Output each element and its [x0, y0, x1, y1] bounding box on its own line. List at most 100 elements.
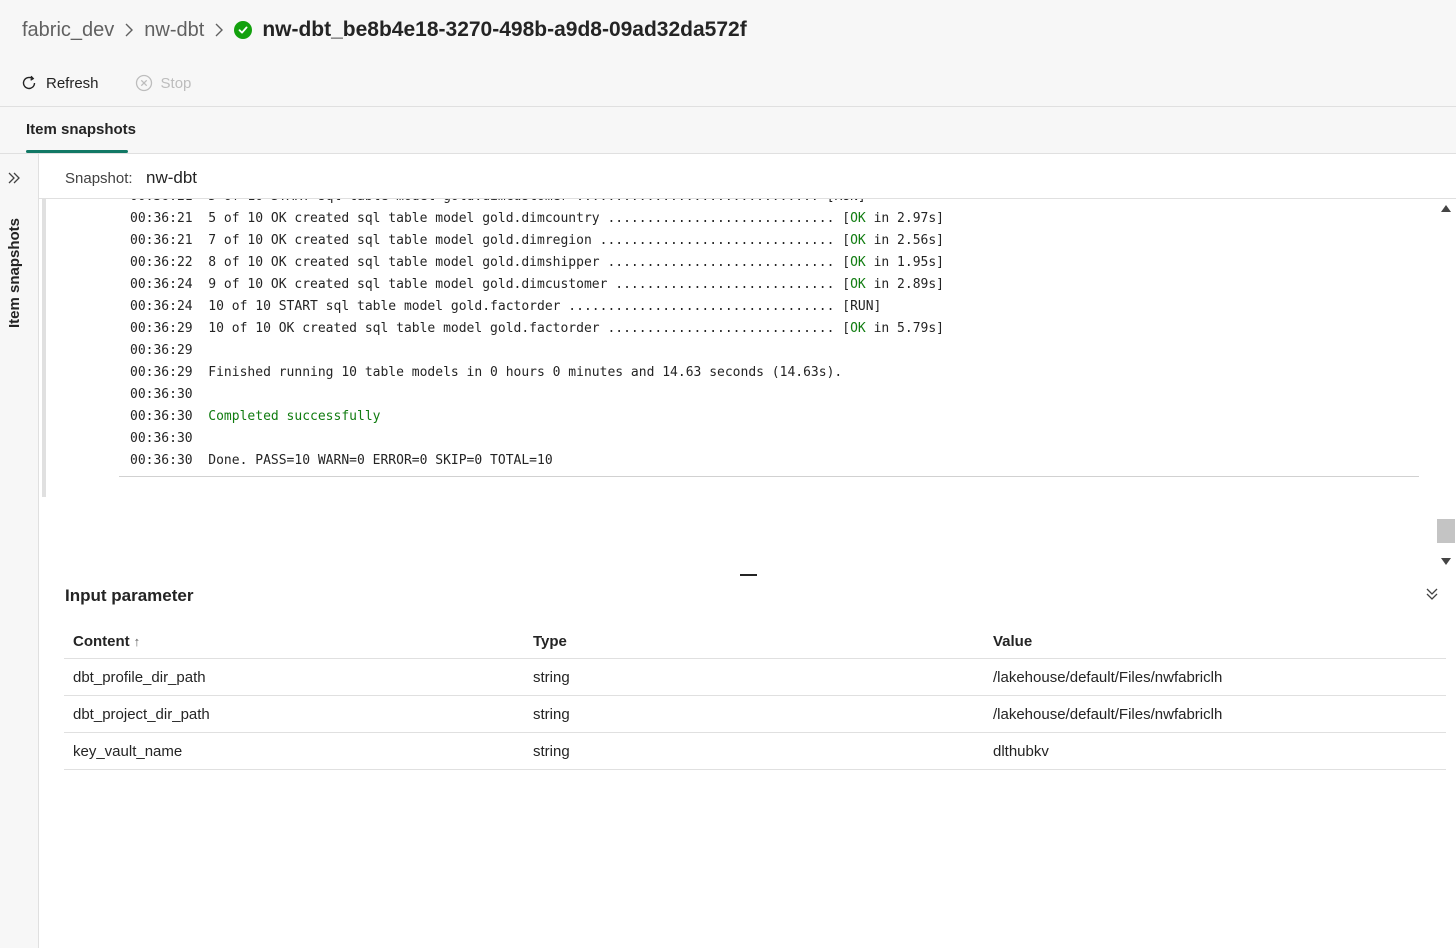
refresh-label: Refresh	[46, 74, 99, 92]
double-chevron-right-icon[interactable]	[6, 170, 22, 186]
log-line: 00:36:24 10 of 10 START sql table model …	[130, 296, 944, 318]
double-chevron-down-icon[interactable]	[1424, 586, 1440, 602]
log-duration: in 5.79s]	[873, 321, 945, 336]
param-value: dlthubkv	[984, 732, 1446, 770]
scrollbar-thumb[interactable]	[1437, 519, 1455, 543]
table-header-row: Content ↑ Type Value	[64, 624, 1446, 659]
log-duration: in 2.97s]	[873, 211, 945, 226]
log-status-ok: OK	[850, 233, 866, 248]
chevron-right-icon	[124, 23, 134, 37]
log-duration: in 2.56s]	[873, 233, 945, 248]
snapshot-value[interactable]: nw-dbt	[146, 168, 197, 188]
log-timestamp: 00:36:30	[130, 409, 193, 424]
snapshot-selector: Snapshot: nw-dbt	[39, 154, 1456, 199]
param-type: string	[524, 732, 984, 770]
sort-ascending-icon: ↑	[133, 633, 141, 649]
tab-selected-indicator	[26, 150, 128, 153]
breadcrumb-workspace[interactable]: fabric_dev	[22, 19, 114, 42]
log-message: Done. PASS=10 WARN=0 ERROR=0 SKIP=0 TOTA…	[208, 453, 553, 468]
log-lines: 00:36:21 5 of 10 START sql table model g…	[130, 199, 944, 472]
log-line: 00:36:29 Finished running 10 table model…	[130, 362, 944, 384]
log-timestamp: 00:36:29	[130, 343, 193, 358]
breadcrumb: fabric_dev nw-dbt nw-dbt_be8b4e18-3270-4…	[22, 14, 747, 46]
stop-button[interactable]: Stop	[135, 74, 192, 92]
log-message: 10 of 10 START sql table model gold.fact…	[208, 299, 882, 314]
breadcrumb-item[interactable]: nw-dbt	[144, 19, 204, 42]
header: fabric_dev nw-dbt nw-dbt_be8b4e18-3270-4…	[0, 0, 1456, 107]
log-message: Finished running 10 table models in 0 ho…	[208, 365, 843, 380]
param-content: dbt_project_dir_path	[64, 695, 524, 733]
toolbar: Refresh Stop	[20, 70, 227, 96]
log-message: 8 of 10 OK created sql table model gold.…	[208, 255, 843, 270]
param-value: /lakehouse/default/Files/nwfabriclh	[984, 695, 1446, 733]
log-line: 00:36:30 Completed successfully	[130, 406, 944, 428]
stop-icon	[135, 74, 153, 92]
side-rail: Item snapshots	[0, 154, 39, 948]
tab-item-snapshots[interactable]: Item snapshots	[26, 121, 136, 138]
refresh-icon	[20, 74, 38, 92]
input-parameter-title: Input parameter	[65, 586, 194, 605]
log-line: 00:36:24 9 of 10 OK created sql table mo…	[130, 277, 945, 292]
column-header-content[interactable]: Content ↑	[64, 624, 524, 659]
log-line: 00:36:30	[130, 428, 944, 450]
log-border	[42, 199, 46, 497]
refresh-button[interactable]: Refresh	[20, 74, 99, 92]
column-header-type[interactable]: Type	[524, 624, 984, 659]
log-line: 00:36:30 Done. PASS=10 WARN=0 ERROR=0 SK…	[130, 450, 944, 472]
log-status-ok: OK	[850, 255, 866, 270]
divider	[119, 476, 1419, 477]
run-title: nw-dbt_be8b4e18-3270-498b-a9d8-09ad32da5…	[262, 18, 747, 41]
log-timestamp: 00:36:21	[130, 211, 193, 226]
log-timestamp: 00:36:29	[130, 321, 193, 336]
log-message: 10 of 10 OK created sql table model gold…	[208, 321, 843, 336]
log-timestamp: 00:36:21	[130, 199, 193, 204]
log-status-ok: OK	[850, 321, 866, 336]
log-line: 00:36:29	[130, 340, 944, 362]
scroll-up-arrow-icon[interactable]	[1441, 205, 1451, 212]
log-line: 00:36:21 5 of 10 START sql table model g…	[130, 199, 944, 208]
table-row[interactable]: dbt_project_dir_path string /lakehouse/d…	[64, 695, 1446, 733]
log-duration: in 1.95s]	[873, 255, 945, 270]
log-line: 00:36:21 5 of 10 OK created sql table mo…	[130, 211, 945, 226]
log-status-ok: OK	[850, 277, 866, 292]
column-header-value[interactable]: Value	[984, 624, 1446, 659]
success-check-icon	[234, 21, 253, 39]
log-status-ok: OK	[850, 211, 866, 226]
stop-label: Stop	[160, 74, 192, 92]
log-line: 00:36:22 8 of 10 OK created sql table mo…	[130, 255, 945, 270]
scroll-down-arrow-icon[interactable]	[1441, 558, 1451, 565]
log-message: 5 of 10 OK created sql table model gold.…	[208, 211, 843, 226]
log-timestamp: 00:36:24	[130, 299, 193, 314]
snapshot-label: Snapshot:	[65, 170, 133, 187]
tab-bar: Item snapshots	[0, 107, 1456, 154]
log-timestamp: 00:36:30	[130, 453, 193, 468]
log-duration: in 2.89s]	[873, 277, 945, 292]
table-row[interactable]: key_vault_name string dlthubkv	[64, 732, 1446, 770]
log-output[interactable]: 00:36:21 5 of 10 START sql table model g…	[39, 199, 1436, 571]
log-timestamp: 00:36:22	[130, 255, 193, 270]
log-timestamp: 00:36:24	[130, 277, 193, 292]
column-header-label: Content	[73, 632, 130, 650]
param-value: /lakehouse/default/Files/nwfabriclh	[984, 658, 1446, 696]
log-timestamp: 00:36:29	[130, 365, 193, 380]
pane-resize-handle[interactable]	[740, 574, 757, 576]
param-content: dbt_profile_dir_path	[64, 658, 524, 696]
log-timestamp: 00:36:21	[130, 233, 193, 248]
log-line: 00:36:29 10 of 10 OK created sql table m…	[130, 321, 945, 336]
param-content: key_vault_name	[64, 732, 524, 770]
log-timestamp: 00:36:30	[130, 387, 193, 402]
input-parameter-table: Content ↑ Type Value dbt_profile_dir_path…	[64, 624, 1446, 770]
chevron-right-icon	[214, 23, 224, 37]
param-type: string	[524, 658, 984, 696]
log-message: 9 of 10 OK created sql table model gold.…	[208, 277, 843, 292]
log-message: Completed successfully	[208, 409, 381, 424]
table-row[interactable]: dbt_profile_dir_path string /lakehouse/d…	[64, 658, 1446, 696]
log-line: 00:36:21 7 of 10 OK created sql table mo…	[130, 233, 945, 248]
param-type: string	[524, 695, 984, 733]
log-scrollbar[interactable]	[1436, 199, 1456, 571]
log-timestamp: 00:36:30	[130, 431, 193, 446]
log-message: 7 of 10 OK created sql table model gold.…	[208, 233, 843, 248]
side-rail-label[interactable]: Item snapshots	[6, 202, 23, 328]
log-line: 00:36:30	[130, 384, 944, 406]
log-message: 5 of 10 START sql table model gold.dimcu…	[208, 199, 865, 204]
